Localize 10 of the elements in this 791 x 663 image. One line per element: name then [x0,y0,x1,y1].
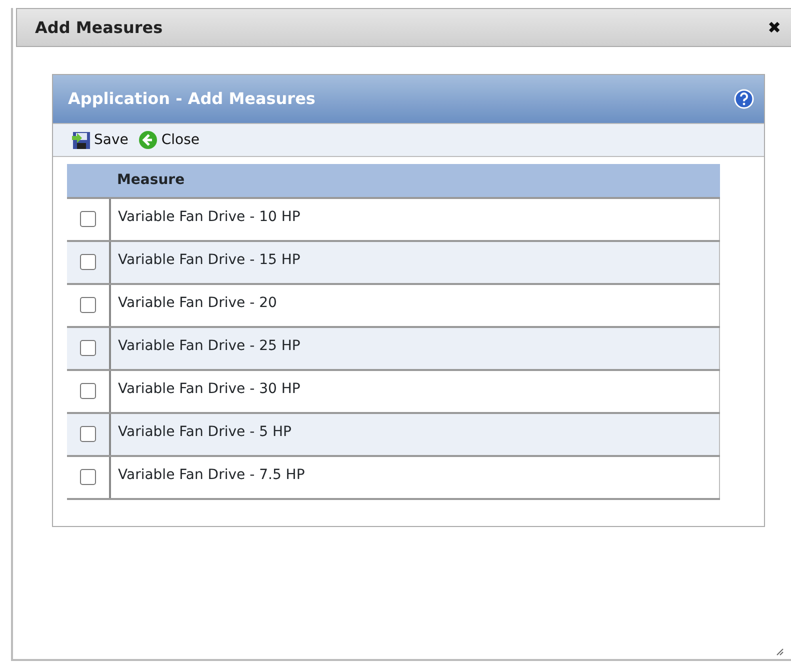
panel-title: Application - Add Measures [68,89,316,109]
measure-cell: Variable Fan Drive - 15 HP [110,241,720,284]
close-button[interactable]: Close [138,130,200,150]
measure-cell: Variable Fan Drive - 25 HP [110,327,720,370]
measure-cell: Variable Fan Drive - 7.5 HP [110,456,720,499]
column-header: Measure [110,164,720,198]
close-button[interactable]: ✖ [768,20,781,36]
measure-cell: Variable Fan Drive - 5 HP [110,413,720,456]
save-button[interactable]: Save [71,130,128,150]
dialog-title: Add Measures [35,18,163,38]
